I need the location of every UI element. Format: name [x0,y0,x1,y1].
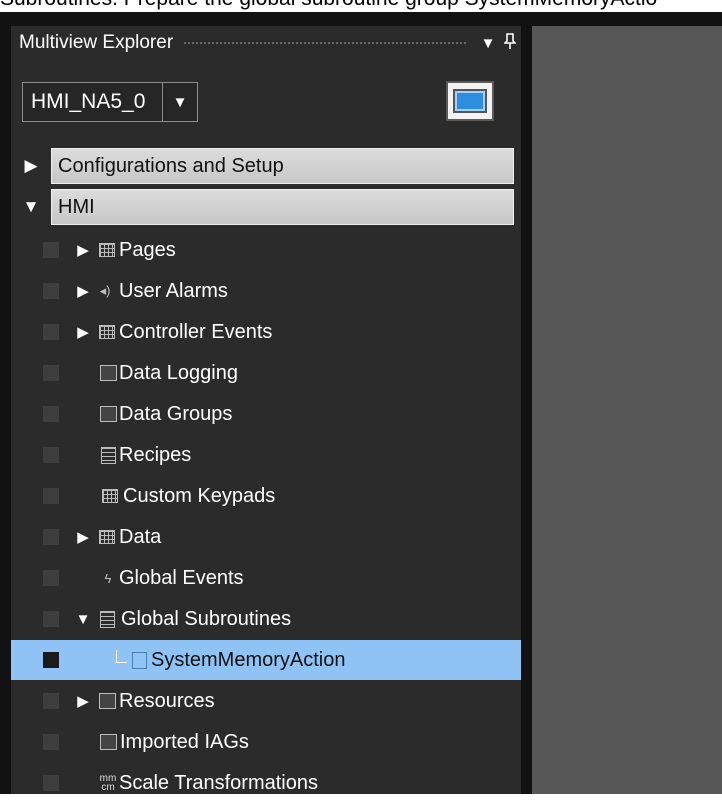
subroutines-icon [97,609,117,629]
tree-item-data-groups[interactable]: Data Groups [11,394,521,434]
tree-item-controller-events[interactable]: ▶ Controller Events [11,312,521,352]
editor-canvas [532,26,722,794]
row-marker [43,611,59,627]
tree-item-label: Controller Events [119,321,273,343]
row-marker [43,447,59,463]
expand-arrow-icon[interactable]: ▶ [73,271,93,311]
panel-title: Multiview Explorer [19,32,174,53]
tree-item-pages[interactable]: ▶ Pages [11,230,521,270]
section-hmi[interactable]: ▼ HMI [11,187,521,227]
tree-item-label: Global Subroutines [121,608,292,630]
row-marker [43,570,59,586]
panel-header: Multiview Explorer ▼ [11,26,521,60]
tree-item-label: Global Events [119,567,244,589]
tree-item-label: Pages [119,239,176,261]
drag-grip[interactable] [183,40,467,46]
row-marker [43,365,59,381]
triangle-down-icon[interactable]: ▼ [11,187,51,227]
row-marker [43,488,59,504]
pages-icon [97,240,117,260]
application-frame: Multiview Explorer ▼ HMI_NA5_0 ▼ ▶ Confi… [0,12,722,794]
caption-text: Subroutines. Prepare the global subrouti… [0,0,722,12]
tree-item-user-alarms[interactable]: ▶ ◂) User Alarms [11,271,521,311]
section-label: Configurations and Setup [51,148,514,184]
tree-item-custom-keypads[interactable]: Custom Keypads [11,476,521,516]
keypad-icon [100,486,120,506]
tree-item-global-events[interactable]: ϟ Global Events [11,558,521,598]
lightning-icon: ϟ [104,570,112,586]
controller-events-icon [97,322,117,342]
tree-item-label: Data Logging [119,362,238,384]
row-marker [43,242,59,258]
tree-item-label: Imported IAGs [120,731,249,753]
tree-connector [116,650,127,663]
data-icon [97,527,117,547]
data-groups-icon [98,404,118,424]
tree-item-label: Scale Transformations [119,772,318,794]
section-label: HMI [51,189,514,225]
device-selector[interactable]: HMI_NA5_0 ▼ [22,82,198,122]
speaker-icon: ◂) [99,283,111,298]
row-marker [43,734,59,750]
row-marker [43,529,59,545]
row-marker [43,283,59,299]
tree-item-data-logging[interactable]: Data Logging [11,353,521,393]
tree-item-scale-transformations[interactable]: mm cm Scale Transformations [11,763,521,803]
tree-item-data[interactable]: ▶ Data [11,517,521,557]
multiview-explorer-panel: Multiview Explorer ▼ HMI_NA5_0 ▼ ▶ Confi… [11,26,521,794]
triangle-right-icon[interactable]: ▶ [11,146,51,186]
tree-item-recipes[interactable]: Recipes [11,435,521,475]
row-marker [43,652,59,668]
chevron-down-icon[interactable]: ▼ [162,83,197,121]
tree-item-systemmemoryaction[interactable]: SystemMemoryAction [11,640,521,680]
tree-item-label: Recipes [119,444,192,466]
expand-arrow-icon[interactable]: ▶ [73,681,93,721]
hmi-screen-button[interactable] [446,81,494,121]
iag-icon [98,732,118,752]
tree-item-label: Resources [119,690,215,712]
row-marker [43,693,59,709]
expand-arrow-icon[interactable]: ▶ [73,312,93,352]
row-marker [43,775,59,791]
tree-item-label: User Alarms [119,280,228,302]
row-marker [43,324,59,340]
tree-item-global-subroutines[interactable]: ▼ Global Subroutines [11,599,521,639]
recipes-icon [98,445,118,465]
tree-item-label: Custom Keypads [123,485,276,507]
row-marker [43,406,59,422]
collapse-arrow-icon[interactable]: ▼ [73,599,93,639]
section-configurations-and-setup[interactable]: ▶ Configurations and Setup [11,146,521,186]
pin-icon[interactable] [499,33,521,53]
dropdown-arrow-icon[interactable]: ▼ [477,35,499,52]
tree-item-imported-iags[interactable]: Imported IAGs [11,722,521,762]
tree-item-resources[interactable]: ▶ Resources [11,681,521,721]
data-logging-icon [98,363,118,383]
subroutine-file-icon [129,650,149,670]
resources-icon [97,691,117,711]
tree-item-label: Data [119,526,162,548]
device-selector-value: HMI_NA5_0 [31,90,146,113]
scale-icon: mm cm [99,773,117,793]
tree-item-label: SystemMemoryAction [151,649,346,671]
expand-arrow-icon[interactable]: ▶ [73,517,93,557]
expand-arrow-icon[interactable]: ▶ [73,230,93,270]
hmi-screen-icon [453,89,487,113]
tree-item-label: Data Groups [119,403,233,425]
